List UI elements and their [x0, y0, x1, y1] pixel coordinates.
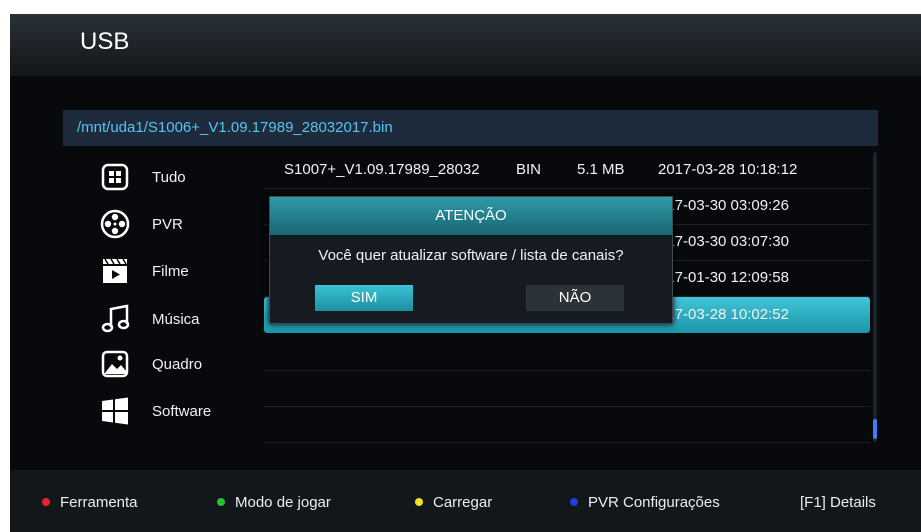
- screen: USB /mnt/uda1/S1006+_V1.09.17989_2803201…: [10, 14, 921, 532]
- current-path: /mnt/uda1/S1006+_V1.09.17989_28032017.bi…: [77, 119, 393, 136]
- file-row[interactable]: S1007+_V1.09.17989_28032 BIN 5.1 MB 2017…: [264, 152, 870, 189]
- category-software[interactable]: Software: [100, 394, 250, 434]
- dialog-message: Você quer atualizar software / lista de …: [318, 247, 624, 264]
- footer-yellow-label: Carregar: [433, 494, 493, 511]
- file-row-empty: [264, 406, 870, 443]
- page-title: USB: [80, 28, 130, 55]
- file-date: 017-01-30 12:09:58: [658, 269, 789, 286]
- file-name: S1007+_V1.09.17989_28032: [284, 161, 480, 178]
- footer-f1-label: [F1] Details: [800, 494, 876, 511]
- footer-green-label: Modo de jogar: [235, 494, 331, 511]
- category-label: Música: [152, 311, 200, 328]
- category-label: Software: [152, 403, 212, 420]
- windows-icon: [102, 397, 128, 425]
- red-dot-icon: [42, 498, 50, 507]
- grid-icon: [101, 163, 129, 191]
- category-label: Filme: [152, 263, 189, 280]
- file-date: 017-03-30 03:09:26: [658, 197, 789, 214]
- footer-red-label: Ferramenta: [60, 494, 138, 511]
- file-row-empty: [264, 370, 870, 407]
- blue-dot-icon: [570, 498, 578, 507]
- footer-blue-label: PVR Configurações: [588, 494, 720, 511]
- dialog-title: ATENÇÃO: [270, 197, 672, 235]
- footer-green-item[interactable]: Modo de jogar: [217, 494, 331, 511]
- category-label: PVR: [152, 216, 183, 233]
- header-bar: USB: [10, 14, 921, 76]
- category-label: Tudo: [152, 169, 186, 186]
- footer-blue-item[interactable]: PVR Configurações: [570, 494, 720, 511]
- green-dot-icon: [217, 498, 225, 507]
- confirm-dialog: ATENÇÃO Você quer atualizar software / l…: [269, 196, 673, 324]
- music-note-icon: [101, 304, 130, 333]
- file-date: 017-03-28 10:02:52: [658, 306, 789, 323]
- file-row-empty: [264, 334, 870, 371]
- category-pvr[interactable]: PVR: [100, 207, 250, 247]
- yes-button[interactable]: SIM: [315, 285, 413, 311]
- no-button[interactable]: NÃO: [526, 285, 624, 311]
- clapperboard-icon: [103, 258, 127, 283]
- footer-f1-item[interactable]: [F1] Details: [800, 494, 876, 511]
- footer-bar: Ferramenta Modo de jogar Carregar PVR Co…: [10, 470, 921, 532]
- category-filme[interactable]: Filme: [100, 254, 250, 294]
- footer-red-item[interactable]: Ferramenta: [42, 494, 138, 511]
- scrollbar-thumb[interactable]: [873, 419, 877, 439]
- file-date: 017-03-30 03:07:30: [658, 233, 789, 250]
- film-reel-icon: [100, 209, 130, 239]
- file-date: 2017-03-28 10:18:12: [658, 161, 798, 178]
- file-type: BIN: [516, 161, 542, 178]
- category-label: Quadro: [152, 356, 203, 373]
- category-musica[interactable]: Música: [100, 302, 250, 342]
- category-quadro[interactable]: Quadro: [100, 347, 250, 387]
- footer-yellow-item[interactable]: Carregar: [415, 494, 492, 511]
- file-size: 5.1 MB: [577, 161, 625, 178]
- picture-icon: [101, 350, 129, 378]
- scrollbar[interactable]: [873, 152, 877, 442]
- category-tudo[interactable]: Tudo: [100, 160, 250, 200]
- yellow-dot-icon: [415, 498, 423, 507]
- path-bar: /mnt/uda1/S1006+_V1.09.17989_28032017.bi…: [63, 110, 878, 146]
